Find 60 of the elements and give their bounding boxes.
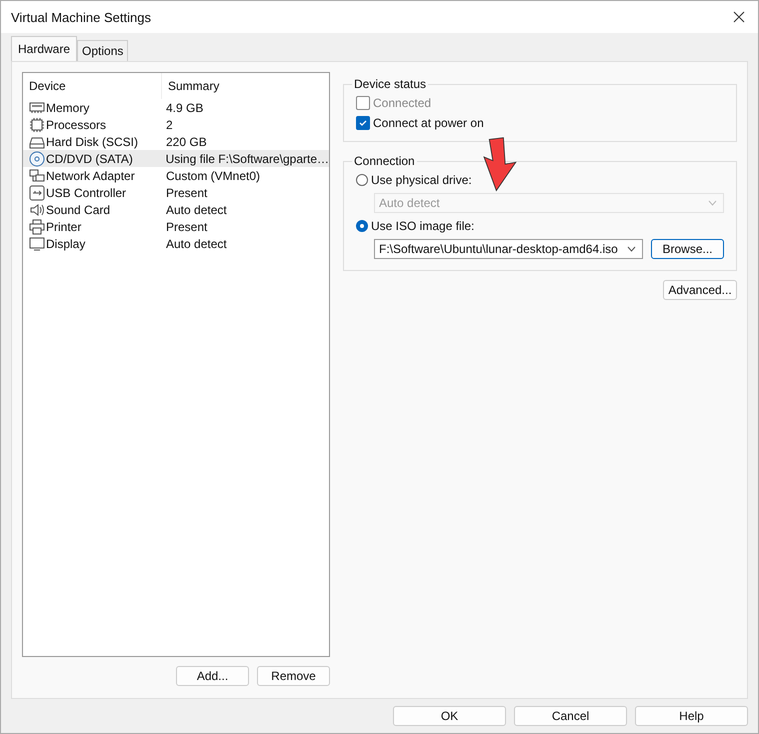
device-row[interactable]: Network Adapter Custom (VMnet0): [23, 167, 329, 184]
advanced-button[interactable]: Advanced...: [663, 280, 737, 300]
caret-icon: [708, 200, 717, 206]
device-name: CD/DVD (SATA): [46, 152, 133, 166]
radio-button[interactable]: [356, 174, 368, 186]
checkbox-label: Connect at power on: [373, 116, 484, 130]
cd-icon: [29, 150, 45, 166]
device-name: Display: [46, 236, 86, 250]
device-row[interactable]: Memory 4.9 GB: [23, 99, 329, 116]
tab[interactable]: Hardware: [11, 36, 78, 61]
radio-label: Use physical drive:: [371, 173, 472, 187]
device-row[interactable]: Sound Card Auto detect: [23, 201, 329, 218]
list-button[interactable]: Remove: [257, 666, 330, 686]
device-name: Hard Disk (SCSI): [46, 134, 138, 148]
radio-label: Use ISO image file:: [371, 219, 474, 233]
window-title: Virtual Machine Settings: [11, 10, 151, 24]
sound-icon: [29, 202, 45, 218]
column-header[interactable]: Summary: [162, 79, 220, 93]
radio-button[interactable]: [356, 220, 368, 232]
checkbox-label: Connected: [373, 96, 432, 110]
printer-icon: [29, 218, 45, 234]
device-row[interactable]: Printer Present: [23, 218, 329, 235]
browse-button[interactable]: Browse...: [651, 239, 724, 259]
usb-icon: [29, 184, 45, 200]
checkmark-icon: [358, 118, 368, 128]
device-summary: Present: [165, 220, 208, 234]
device-summary: Custom (VMnet0): [165, 168, 260, 182]
checkbox[interactable]: [356, 116, 370, 130]
network-icon: [29, 168, 45, 184]
device-name: Network Adapter: [46, 168, 135, 182]
device-name: USB Controller: [46, 186, 126, 200]
memory-icon: [29, 100, 45, 116]
tab[interactable]: Options: [77, 40, 128, 61]
dialog-button[interactable]: OK: [393, 706, 506, 726]
device-summary: Auto detect: [165, 236, 227, 250]
display-icon: [29, 236, 45, 252]
list-button[interactable]: Add...: [176, 666, 249, 686]
processor-icon: [29, 116, 45, 132]
device-name: Memory: [46, 100, 90, 114]
device-row[interactable]: USB Controller Present: [23, 184, 329, 201]
device-name: Sound Card: [46, 202, 110, 216]
device-row[interactable]: CD/DVD (SATA) Using file F:\Software\gparte…: [23, 150, 329, 167]
dialog-button[interactable]: Cancel: [514, 706, 627, 726]
device-row[interactable]: Hard Disk (SCSI) 220 GB: [23, 133, 329, 150]
caret-icon: [627, 246, 636, 252]
device-summary: 2: [165, 118, 173, 132]
group-title: Device status: [353, 77, 428, 91]
group-title: Connection: [353, 154, 416, 168]
iso-path-dropdown[interactable]: F:\Software\Ubuntu\lunar-desktop-amd64.iso: [374, 239, 643, 259]
device-name: Processors: [46, 118, 106, 132]
device-summary: 4.9 GB: [165, 100, 204, 114]
dialog-button[interactable]: Help: [635, 706, 748, 726]
column-header[interactable]: Device: [23, 73, 162, 99]
device-row[interactable]: Display Auto detect: [23, 235, 329, 252]
device-summary: Using file F:\Software\gparte…: [164, 152, 329, 166]
device-name: Printer: [46, 220, 82, 234]
device-summary: Present: [165, 186, 208, 200]
device-row[interactable]: Processors 2: [23, 116, 329, 133]
device-summary: 220 GB: [165, 134, 207, 148]
device-summary: Auto detect: [165, 202, 227, 216]
